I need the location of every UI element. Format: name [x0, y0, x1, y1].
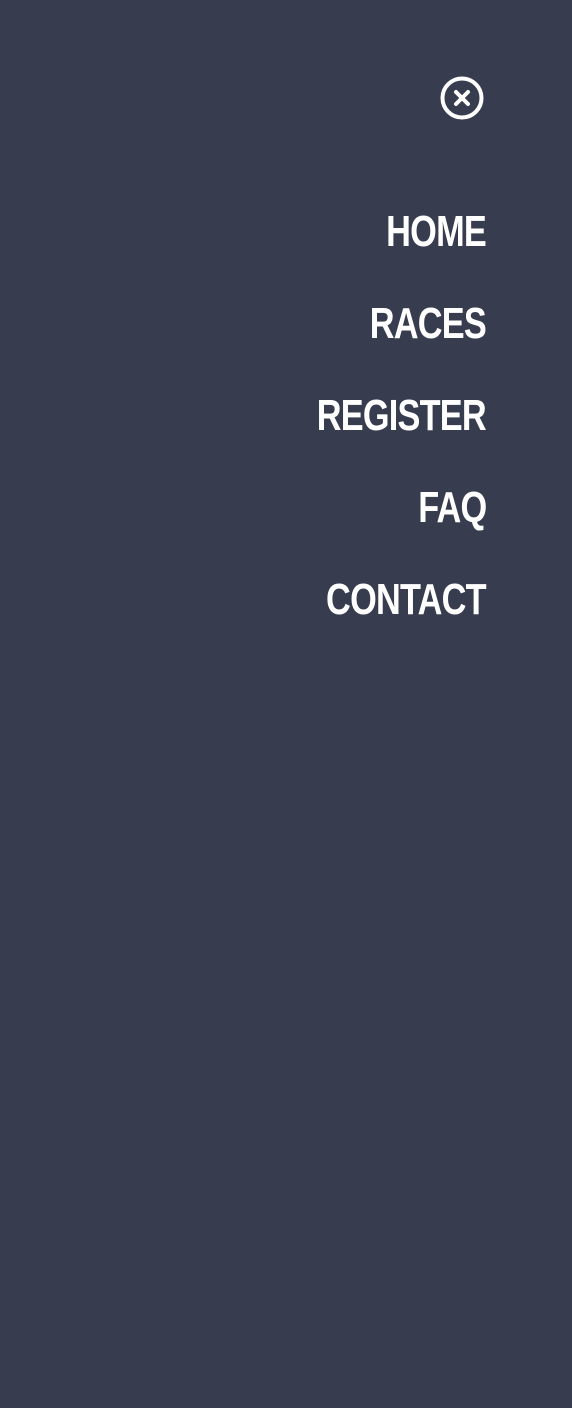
main-nav: HOME RACES REGISTER FAQ CONTACT: [269, 200, 487, 660]
nav-item-home: HOME: [269, 200, 487, 292]
mobile-menu-panel: HOME RACES REGISTER FAQ CONTACT: [0, 0, 572, 1408]
close-circle-icon: [440, 76, 484, 120]
nav-link-home[interactable]: HOME: [386, 200, 487, 264]
nav-item-faq: FAQ: [269, 476, 487, 568]
nav-link-races[interactable]: RACES: [370, 292, 487, 356]
nav-link-register[interactable]: REGISTER: [317, 384, 487, 448]
nav-link-faq[interactable]: FAQ: [418, 476, 487, 540]
close-button[interactable]: [440, 76, 484, 120]
nav-item-contact: CONTACT: [269, 568, 487, 660]
nav-item-races: RACES: [269, 292, 487, 384]
nav-link-contact[interactable]: CONTACT: [326, 568, 487, 632]
nav-item-register: REGISTER: [269, 384, 487, 476]
